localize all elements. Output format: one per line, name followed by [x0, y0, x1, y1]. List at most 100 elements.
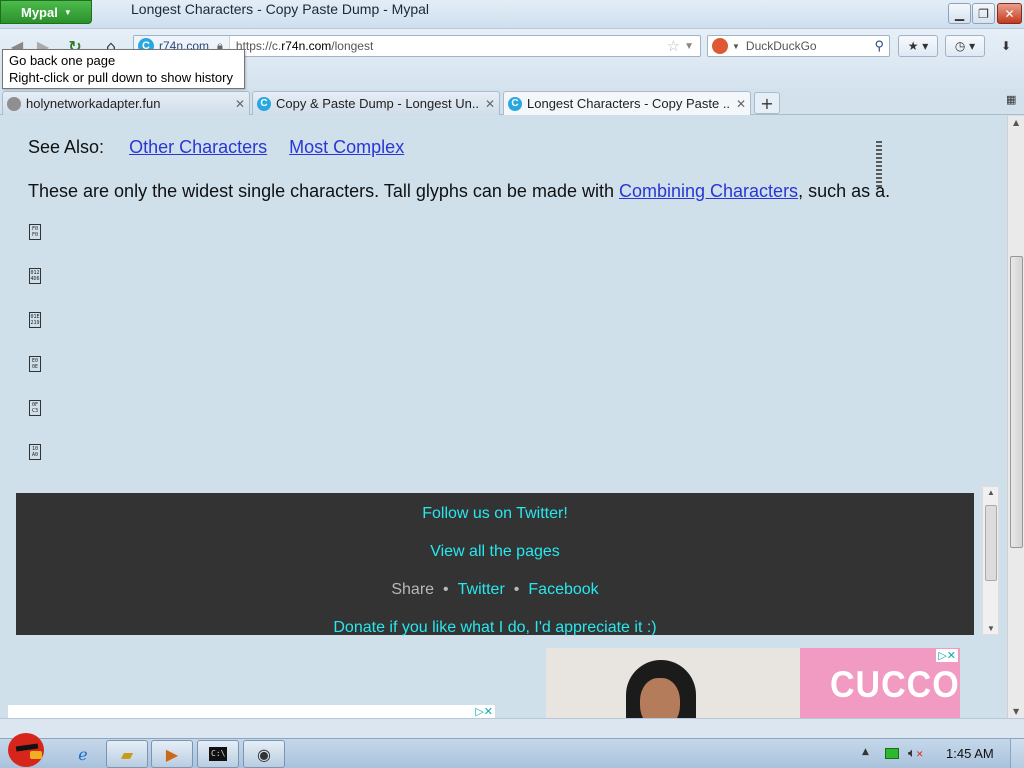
- list-all-tabs-button[interactable]: ▦: [1006, 93, 1016, 106]
- see-also-label: See Also:: [28, 137, 105, 157]
- search-input[interactable]: DuckDuckGo: [746, 39, 817, 53]
- window-title: Longest Characters - Copy Paste Dump - M…: [131, 1, 430, 17]
- bookmark-star-icon[interactable]: ☆: [667, 37, 680, 55]
- search-icon[interactable]: ⚲: [874, 38, 884, 54]
- raccoon-icon: ◉: [257, 744, 271, 764]
- view-all-pages-link[interactable]: View all the pages: [16, 543, 974, 561]
- download-icon: ⬇: [1000, 39, 1012, 53]
- tab-label: holynetworkadapter.fun: [26, 96, 161, 111]
- show-desktop-button[interactable]: [1010, 739, 1024, 768]
- clock-icon: ◷ ▾: [954, 39, 976, 53]
- tab-longest-characters[interactable]: C Longest Characters - Copy Paste ... ✕: [503, 91, 751, 115]
- url-host: r74n.com: [281, 39, 332, 53]
- share-twitter-link[interactable]: Twitter: [458, 581, 505, 598]
- ad-brand-logo: CUCCOO: [830, 664, 960, 706]
- volume-muted-icon[interactable]: 🔈︎✕: [908, 746, 923, 761]
- close-tab-icon[interactable]: ✕: [485, 97, 495, 111]
- windows-taskbar: ℯ ▰ ▶ C:\ ◉ ▲ 🔈︎✕ 1:45 AM: [0, 733, 1024, 768]
- r74n-c-icon: C: [508, 96, 522, 111]
- new-tab-button[interactable]: +: [754, 92, 780, 114]
- close-window-button[interactable]: ✕: [997, 3, 1022, 24]
- glyph-hex-bottom: 0E: [31, 364, 39, 370]
- adchoices-icon[interactable]: ▷✕: [936, 649, 958, 662]
- bookmarks-icon: ★ ▾: [907, 39, 929, 53]
- command-prompt-icon: C:\: [209, 747, 227, 761]
- r74n-c-icon: C: [257, 96, 271, 111]
- bookmarks-menu-button[interactable]: ★ ▾: [898, 35, 938, 57]
- glyph-hex-bottom: 4D6: [30, 276, 40, 282]
- duckduckgo-icon[interactable]: [712, 38, 728, 54]
- wide-glyph-box: 01E 219: [29, 312, 41, 328]
- window-titlebar: Mypal ▼ Longest Characters - Copy Paste …: [0, 0, 1024, 29]
- intro-paragraph: These are only the widest single charact…: [28, 181, 890, 202]
- tab-label: Copy & Paste Dump - Longest Un...: [276, 96, 479, 111]
- wide-glyph-box: 10 A0: [29, 444, 41, 460]
- restore-button[interactable]: ❐: [972, 3, 995, 24]
- grid-icon: ▦: [1006, 93, 1017, 106]
- chevron-down-icon: ▼: [63, 7, 72, 17]
- share-label: Share: [391, 581, 435, 598]
- close-tab-icon[interactable]: ✕: [736, 97, 746, 111]
- url-history-dropdown-icon[interactable]: ▼: [684, 41, 694, 52]
- donate-link[interactable]: Donate if you like what I do, I'd apprec…: [16, 619, 974, 637]
- tab-label: Longest Characters - Copy Paste ...: [527, 96, 730, 111]
- share-facebook-link[interactable]: Facebook: [528, 581, 598, 598]
- plus-icon: +: [760, 93, 774, 113]
- follow-twitter-link[interactable]: Follow us on Twitter!: [16, 505, 974, 523]
- tooltip-line-2: Right-click or pull down to show history: [9, 70, 233, 85]
- tab-copy-paste-dump[interactable]: C Copy & Paste Dump - Longest Un... ✕: [252, 91, 500, 115]
- system-clock[interactable]: 1:45 AM: [946, 746, 994, 761]
- scrollbar-thumb[interactable]: [1010, 256, 1023, 548]
- see-also-row: See Also: Other Characters Most Complex: [28, 137, 404, 158]
- wide-glyph-box: 012 4D6: [29, 268, 41, 284]
- back-button-tooltip: Go back one page Right-click or pull dow…: [2, 49, 245, 89]
- taskbar-command-prompt[interactable]: C:\: [197, 740, 239, 768]
- history-menu-button[interactable]: ◷ ▾: [945, 35, 985, 57]
- network-icon[interactable]: [885, 748, 899, 759]
- url-path: /longest: [331, 39, 374, 53]
- app-menu-label: Mypal: [21, 4, 58, 20]
- bird-beak: [30, 751, 42, 759]
- adchoices-icon[interactable]: ▷✕: [475, 705, 493, 718]
- page-scrollbar[interactable]: ▲ ▼: [1007, 116, 1024, 718]
- show-hidden-icons-icon[interactable]: ▲: [862, 747, 869, 757]
- wide-glyph-box: E0 0E: [29, 356, 41, 372]
- tab-holynetworkadapter[interactable]: holynetworkadapter.fun ✕: [2, 91, 250, 115]
- intro-text: These are only the widest single charact…: [28, 181, 619, 201]
- most-complex-link[interactable]: Most Complex: [289, 137, 404, 157]
- globe-icon: [7, 96, 21, 111]
- status-bar: [0, 718, 1024, 738]
- ad-banner-right[interactable]: CUCCOO ▷✕: [546, 648, 960, 718]
- close-tab-icon[interactable]: ✕: [235, 97, 245, 111]
- glyph-hex-bottom: C3: [31, 408, 39, 414]
- page-content: See Also: Other Characters Most Complex …: [0, 116, 1007, 718]
- scroll-up-arrow-icon[interactable]: ▲: [987, 488, 995, 497]
- downloads-button[interactable]: ⬇: [993, 35, 1019, 57]
- glyph-hex-bottom: F0: [31, 232, 39, 238]
- ad-banner-left[interactable]: ▷✕: [8, 705, 495, 718]
- taskbar-internet-explorer[interactable]: ℯ: [62, 740, 104, 768]
- minimize-button[interactable]: ▁: [948, 3, 971, 24]
- footer-frame-scrollbar[interactable]: ▲ ▼: [982, 486, 999, 635]
- scroll-down-arrow-icon[interactable]: ▼: [987, 624, 995, 633]
- taskbar-file-explorer[interactable]: ▰: [106, 740, 148, 768]
- glyph-hex-bottom: 219: [30, 320, 40, 326]
- tab-strip: holynetworkadapter.fun ✕ C Copy & Paste …: [0, 89, 1024, 115]
- other-characters-link[interactable]: Other Characters: [129, 137, 267, 157]
- folder-icon: ▰: [120, 744, 134, 764]
- chevron-down-icon: ▼: [732, 41, 740, 51]
- scrollbar-thumb[interactable]: [985, 505, 997, 581]
- separator-dot: •: [513, 581, 520, 598]
- taskbar-mypal[interactable]: ◉: [243, 740, 285, 768]
- search-bar[interactable]: ▼ DuckDuckGo ⚲: [707, 35, 890, 57]
- taskbar-media-player[interactable]: ▶: [151, 740, 193, 768]
- separator-dot: •: [443, 581, 449, 598]
- combining-characters-link[interactable]: Combining Characters: [619, 181, 798, 201]
- scroll-up-arrow-icon[interactable]: ▲: [1013, 118, 1019, 127]
- url-text[interactable]: https://c.r74n.com/longest: [230, 39, 667, 53]
- glyph-hex-bottom: A0: [31, 452, 39, 458]
- media-player-icon: ▶: [165, 744, 179, 764]
- scroll-down-arrow-icon[interactable]: ▼: [1013, 707, 1019, 716]
- start-button[interactable]: [4, 731, 48, 768]
- app-menu-button[interactable]: Mypal ▼: [0, 0, 92, 24]
